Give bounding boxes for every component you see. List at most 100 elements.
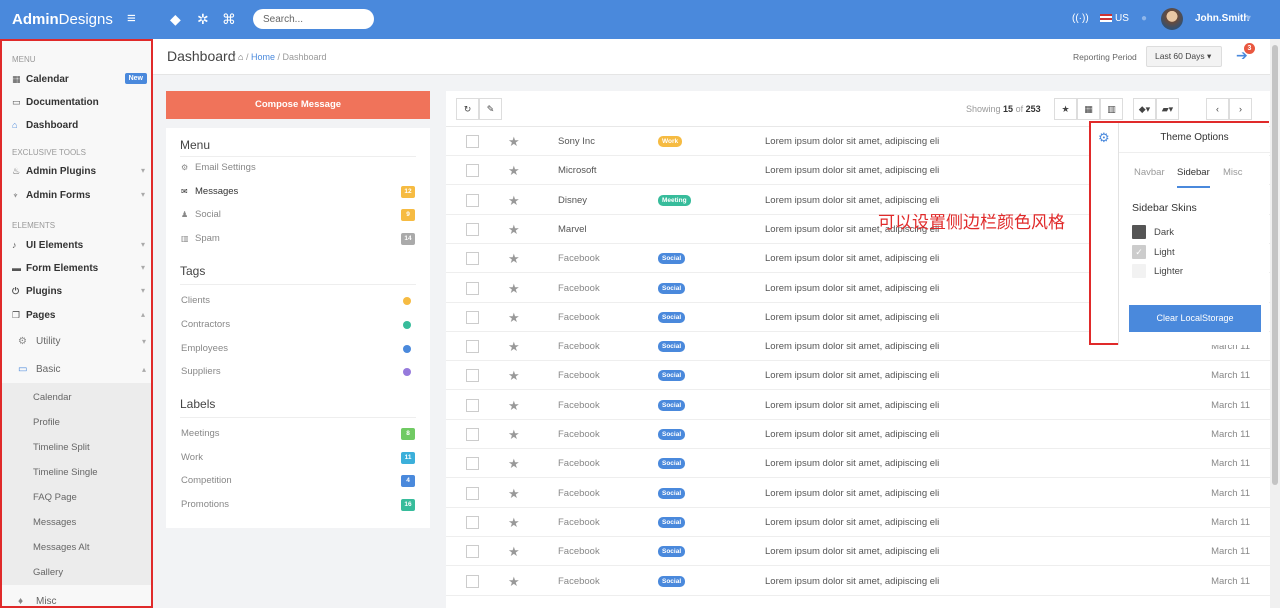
breadcrumb-home[interactable]: Home (251, 52, 275, 62)
tag-clients[interactable]: Clients (181, 294, 415, 308)
broadcast-icon[interactable]: ((·)) (1072, 13, 1089, 24)
tab-navbar[interactable]: Navbar (1134, 167, 1165, 178)
sidebar-item-plugins[interactable]: ⏻ Plugins ▾ (12, 282, 147, 300)
sidebar-item-pages[interactable]: ❐ Pages ▴ (12, 306, 147, 324)
label-promotions[interactable]: Promotions 16 (181, 498, 415, 512)
tag-employees[interactable]: Employees (181, 342, 415, 356)
menu-social[interactable]: ♟ Social 9 (181, 208, 415, 222)
home-icon[interactable]: ⌂ (238, 52, 243, 62)
star-icon[interactable]: ★ (508, 244, 520, 273)
search-input[interactable] (253, 9, 374, 29)
row-checkbox[interactable] (466, 457, 479, 471)
sidebar-item-form-elements[interactable]: ▬ Form Elements ▾ (12, 259, 147, 277)
row-checkbox[interactable] (466, 135, 479, 148)
brand-logo[interactable]: AdminDesigns (12, 11, 113, 28)
page-scrollbar[interactable] (1270, 39, 1280, 608)
calendar-icon[interactable]: ▦ (1077, 98, 1100, 120)
row-checkbox[interactable] (466, 369, 479, 383)
sidebar-leaf-faq-page[interactable]: FAQ Page (33, 492, 77, 503)
star-icon[interactable]: ★ (508, 274, 520, 303)
sign-out-icon[interactable]: ➔ 3 (1236, 43, 1255, 64)
tag-contractors[interactable]: Contractors (181, 318, 415, 332)
sidebar-leaf-profile[interactable]: Profile (33, 417, 60, 428)
clear-localstorage-button[interactable]: Clear LocalStorage (1129, 305, 1261, 332)
row-checkbox[interactable] (466, 398, 479, 412)
mail-row[interactable]: ★ Facebook Social Lorem ipsum dolor sit ame… (446, 567, 1270, 596)
tags-dropdown-icon[interactable]: ◆▾ (1133, 98, 1156, 120)
reporting-period-dropdown[interactable]: Last 60 Days ▾ (1146, 46, 1222, 67)
scrollbar-thumb[interactable] (1272, 45, 1278, 485)
star-icon[interactable]: ★ (508, 537, 520, 566)
mail-row[interactable]: ★ Facebook Social Lorem ipsum dolor sit ame… (446, 479, 1270, 508)
user-avatar[interactable] (1161, 8, 1183, 30)
mail-row[interactable]: ★ Facebook Social Lorem ipsum dolor sit ame… (446, 537, 1270, 567)
row-checkbox[interactable] (466, 164, 479, 178)
prev-page-icon[interactable]: ‹ (1206, 98, 1229, 120)
sidebar-sub-utility[interactable]: ⚙ Utility ▾ (18, 333, 148, 351)
star-icon[interactable]: ★ (508, 332, 520, 361)
sidebar-leaf-timeline-split[interactable]: Timeline Split (33, 442, 90, 453)
row-checkbox[interactable] (466, 340, 479, 354)
star-icon[interactable]: ★ (508, 156, 520, 185)
folder-dropdown-icon[interactable]: ▰▾ (1156, 98, 1179, 120)
mail-row[interactable]: ★ Facebook Social Lorem ipsum dolor sit ame… (446, 508, 1270, 537)
trash-icon[interactable]: ▥ (1100, 98, 1123, 120)
gear-icon[interactable]: ⚙ (1098, 130, 1110, 146)
star-icon[interactable]: ★ (508, 391, 520, 420)
fullscreen-icon[interactable]: ⌘ (222, 11, 236, 28)
sidebar-item-calendar[interactable]: ▦ Calendar New (12, 70, 147, 88)
sidebar-leaf-calendar[interactable]: Calendar (33, 392, 72, 403)
sidebar-item-admin-plugins[interactable]: ♨ Admin Plugins ▾ (12, 162, 147, 180)
sidebar-leaf-timeline-single[interactable]: Timeline Single (33, 467, 98, 478)
refresh-icon[interactable]: ↻ (456, 98, 479, 120)
row-checkbox[interactable] (466, 252, 479, 266)
row-checkbox[interactable] (466, 515, 479, 529)
tab-sidebar[interactable]: Sidebar (1177, 167, 1210, 188)
star-icon[interactable]: ★ (508, 420, 520, 449)
mail-row[interactable]: ★ Facebook Social Lorem ipsum dolor sit ame… (446, 361, 1270, 391)
row-checkbox[interactable] (466, 428, 479, 441)
row-checkbox[interactable] (466, 193, 479, 207)
sidebar-leaf-messages-alt[interactable]: Messages Alt (33, 542, 90, 553)
label-meetings[interactable]: Meetings 8 (181, 427, 415, 441)
sidebar-sub-basic[interactable]: ▭ Basic ▴ (18, 361, 148, 379)
mail-row[interactable]: ★ Facebook Social Lorem ipsum dolor sit ame… (446, 391, 1270, 420)
star-icon[interactable]: ★ (508, 303, 520, 332)
row-checkbox[interactable] (466, 222, 479, 236)
diamond-icon[interactable]: ◆ (170, 11, 181, 28)
sidebar-item-dashboard[interactable]: ⌂ Dashboard (12, 116, 147, 134)
tab-misc[interactable]: Misc (1223, 167, 1243, 178)
star-icon[interactable]: ★ (508, 479, 520, 508)
label-competition[interactable]: Competition 4 (181, 474, 415, 488)
magic-wand-icon[interactable]: ✲ (197, 11, 209, 28)
sidebar-leaf-messages[interactable]: Messages (33, 517, 76, 528)
row-checkbox[interactable] (466, 310, 479, 324)
row-checkbox[interactable] (466, 486, 479, 500)
menu-email-settings[interactable]: ⚙ Email Settings (181, 161, 415, 175)
star-icon[interactable]: ★ (508, 361, 520, 390)
user-chevron-down-icon[interactable]: ▾ (1246, 13, 1251, 24)
star-icon[interactable]: ★ (508, 449, 520, 478)
menu-spam[interactable]: ▥ Spam 14 (181, 232, 415, 246)
star-icon[interactable]: ★ (508, 508, 520, 537)
language-selector[interactable]: US (1100, 13, 1129, 24)
star-icon[interactable]: ★ (508, 127, 520, 156)
sidebar-item-admin-forms[interactable]: ♆ Admin Forms ▾ (12, 186, 147, 204)
sidebar-item-documentation[interactable]: ▭ Documentation (12, 93, 147, 111)
sidebar-leaf-gallery[interactable]: Gallery (33, 567, 63, 578)
menu-toggle-icon[interactable]: ≡ (127, 10, 136, 27)
mail-row[interactable]: ★ Facebook Social Lorem ipsum dolor sit ame… (446, 449, 1270, 479)
compose-message-button[interactable]: Compose Message (166, 91, 430, 119)
row-checkbox[interactable] (466, 574, 479, 588)
pencil-icon[interactable]: ✎ (479, 98, 502, 120)
next-page-icon[interactable]: › (1229, 98, 1252, 120)
menu-messages[interactable]: ✉ Messages 12 (181, 185, 415, 199)
tag-suppliers[interactable]: Suppliers (181, 365, 415, 379)
star-icon[interactable]: ★ (1054, 98, 1077, 120)
star-icon[interactable]: ★ (508, 186, 520, 215)
row-checkbox[interactable] (466, 281, 479, 295)
sidebar-item-ui-elements[interactable]: ♪ UI Elements ▾ (12, 236, 147, 254)
label-work[interactable]: Work 11 (181, 451, 415, 465)
user-name[interactable]: John.Smith (1195, 13, 1249, 24)
sidebar-sub-misc[interactable]: ♦ Misc (18, 593, 148, 606)
